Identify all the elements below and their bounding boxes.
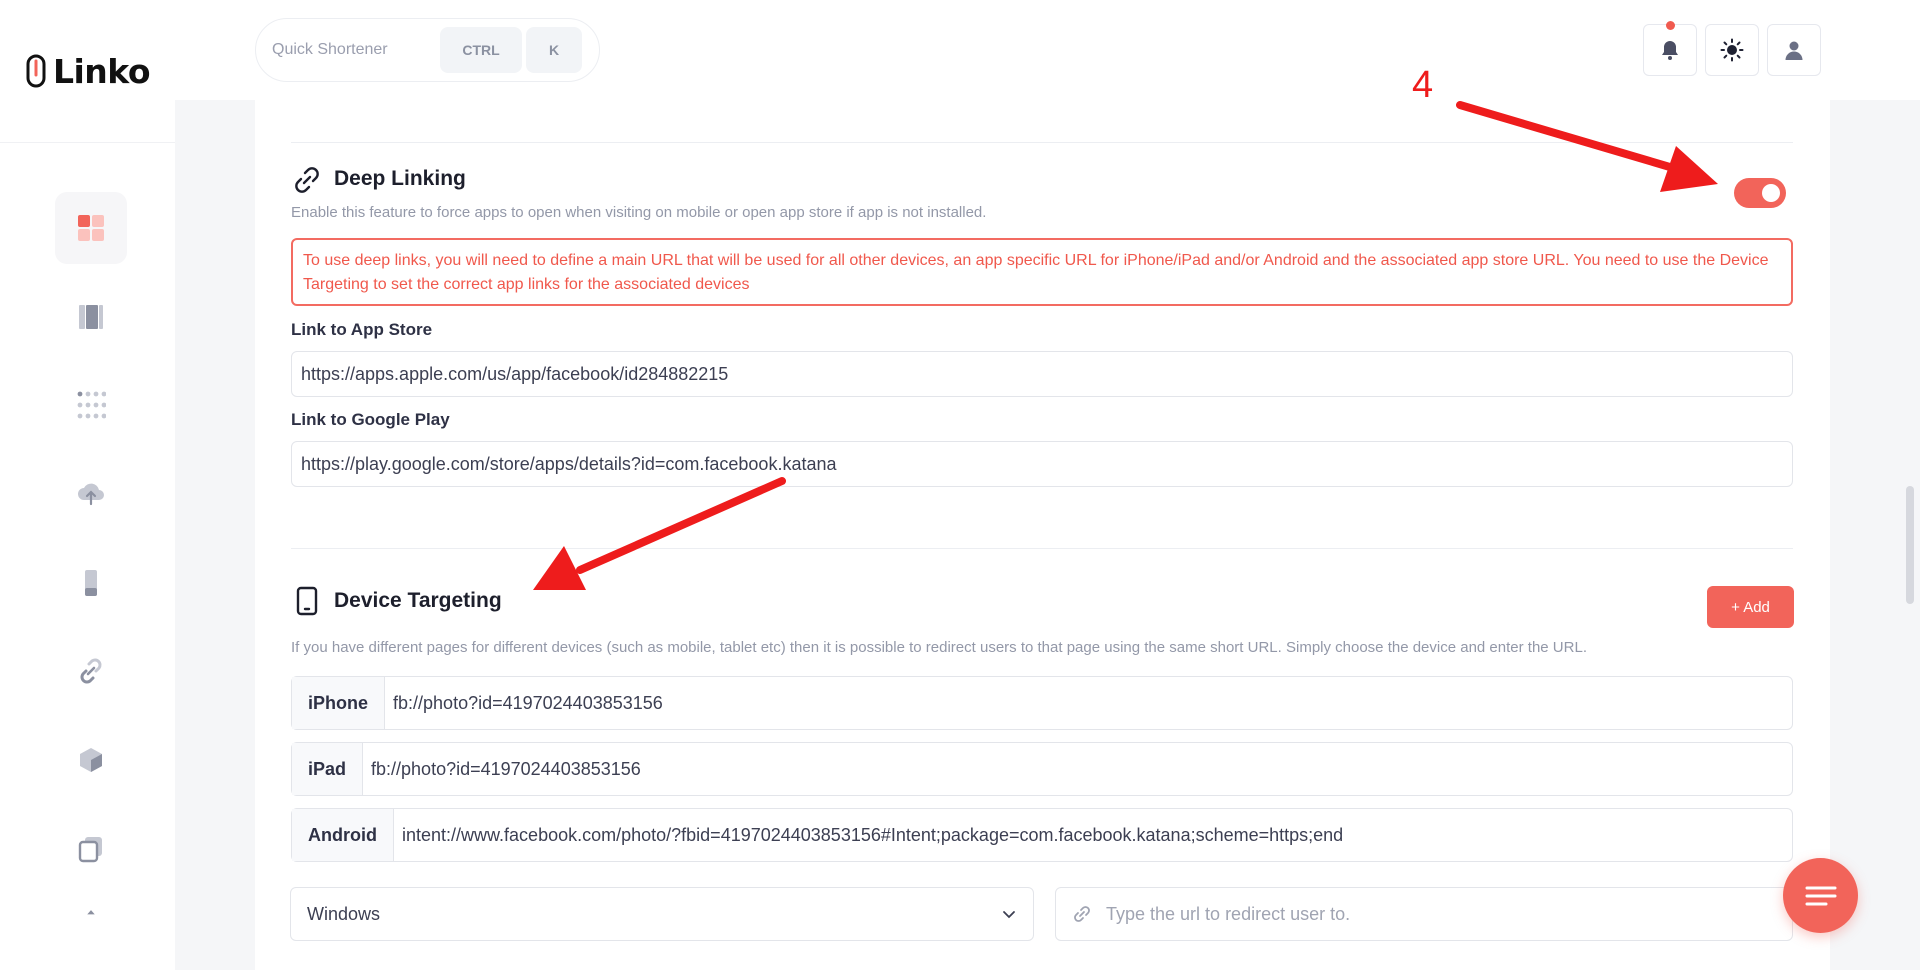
- tablet-icon: [296, 586, 318, 616]
- chevron-down-icon: [1003, 911, 1015, 919]
- link-icon: [1074, 906, 1090, 922]
- link-icon: [295, 167, 319, 193]
- top-header: Quick Shortener CTRL K: [175, 0, 1920, 100]
- phone-icon: [85, 570, 97, 596]
- device-select[interactable]: Windows: [290, 887, 1034, 941]
- device-row-ipad: iPad fb://photo?id=4197024403853156: [291, 742, 1793, 796]
- device-label: iPhone: [292, 677, 386, 729]
- deep-linking-toggle[interactable]: [1734, 178, 1786, 208]
- brand-logo[interactable]: Linko: [0, 0, 175, 143]
- user-icon: [1785, 41, 1803, 60]
- dashboard-icon: [78, 215, 104, 241]
- quick-shortener-label: Quick Shortener: [272, 41, 388, 58]
- annotation-step-number: 4: [1412, 64, 1434, 106]
- kbd-ctrl: CTRL: [440, 27, 522, 73]
- sidebar-item-qr-codes[interactable]: [55, 369, 127, 441]
- app-store-input[interactable]: https://apps.apple.com/us/app/facebook/i…: [291, 351, 1793, 397]
- caret-up-icon: [87, 910, 95, 915]
- google-play-label: Link to Google Play: [291, 410, 450, 429]
- notifications-button[interactable]: [1643, 21, 1697, 76]
- link-icon: [80, 658, 102, 684]
- cube-icon: [80, 748, 102, 772]
- device-url-input[interactable]: intent://www.facebook.com/photo/?fbid=41…: [394, 825, 1343, 846]
- sidebar-item-templates[interactable]: [55, 813, 127, 885]
- deep-linking-description: Enable this feature to force apps to ope…: [291, 204, 987, 221]
- divider: [291, 548, 1793, 549]
- app-store-label: Link to App Store: [291, 320, 433, 339]
- brand-name: Linko: [52, 51, 151, 91]
- book-icon: [79, 305, 103, 329]
- page-scrollbar[interactable]: [1906, 486, 1914, 604]
- deep-linking-alert: To use deep links, you will need to defi…: [291, 238, 1793, 306]
- redirect-url-input[interactable]: Type the url to redirect user to.: [1055, 887, 1793, 941]
- menu-fab-button[interactable]: [1783, 858, 1858, 933]
- sidebar-item-bio-pages[interactable]: [55, 281, 127, 353]
- google-play-input[interactable]: https://play.google.com/store/apps/detai…: [291, 441, 1793, 487]
- device-label: iPad: [292, 743, 364, 795]
- bell-icon: [1662, 41, 1678, 60]
- divider: [291, 142, 1793, 143]
- deep-linking-title: Deep Linking: [334, 167, 466, 190]
- device-select-value: Windows: [307, 903, 381, 924]
- kbd-k: K: [526, 27, 582, 73]
- sidebar-scroll-up[interactable]: [55, 892, 127, 932]
- theme-toggle-button[interactable]: [1705, 24, 1759, 76]
- device-row-android: Android intent://www.facebook.com/photo/…: [291, 808, 1793, 862]
- copy-icon: [78, 837, 102, 863]
- logo-mark-icon: [26, 54, 46, 88]
- add-device-button[interactable]: + Add: [1707, 586, 1794, 628]
- cloud-upload-icon: [78, 483, 104, 506]
- device-url-input[interactable]: fb://photo?id=4197024403853156: [385, 693, 663, 714]
- device-row-iphone: iPhone fb://photo?id=4197024403853156: [291, 676, 1793, 730]
- user-menu-button[interactable]: [1767, 24, 1821, 76]
- sun-icon: [1720, 38, 1744, 62]
- device-targeting-title: Device Targeting: [334, 589, 502, 612]
- dots-grid-icon: [77, 391, 106, 419]
- sidebar-item-files[interactable]: [55, 458, 127, 530]
- device-targeting-description: If you have different pages for differen…: [291, 639, 1587, 656]
- redirect-url-placeholder: Type the url to redirect user to.: [1106, 903, 1351, 924]
- notification-dot: [1666, 21, 1675, 30]
- sidebar: Linko: [0, 0, 175, 970]
- sidebar-item-pixels[interactable]: [55, 724, 127, 796]
- sidebar-item-devices[interactable]: [55, 547, 127, 619]
- sidebar-item-dashboard[interactable]: [55, 192, 127, 264]
- link-settings-card: Deep Linking Enable this feature to forc…: [255, 100, 1830, 970]
- menu-lines-icon: [1805, 886, 1836, 905]
- sidebar-item-links[interactable]: [55, 635, 127, 707]
- quick-shortener[interactable]: Quick Shortener CTRL K: [255, 18, 600, 82]
- device-url-input[interactable]: fb://photo?id=4197024403853156: [363, 759, 641, 780]
- device-label: Android: [292, 809, 394, 861]
